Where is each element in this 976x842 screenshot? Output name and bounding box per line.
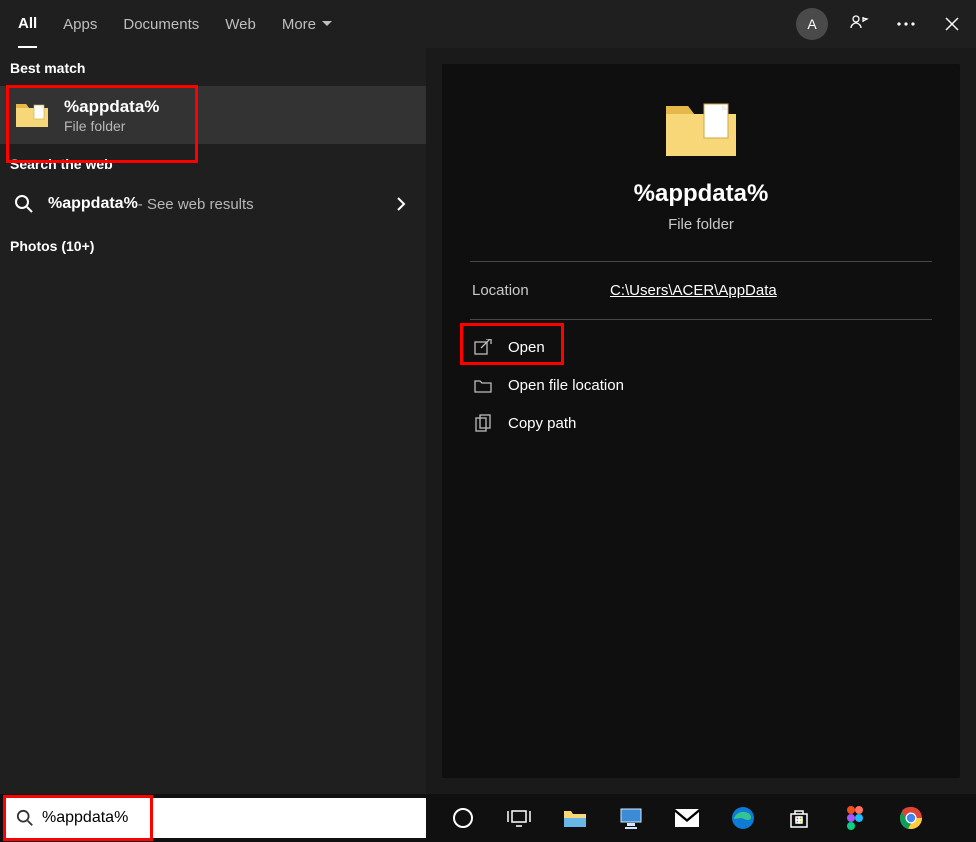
detail-folder-icon <box>442 96 960 162</box>
folder-icon <box>14 99 50 131</box>
figma-icon[interactable] <box>842 805 868 831</box>
taskbar: %appdata% <box>0 794 976 842</box>
detail-subtitle: File folder <box>442 216 960 233</box>
user-avatar[interactable]: A <box>796 8 828 40</box>
search-content: Best match %appdata% File folder <box>0 48 976 794</box>
result-text: %appdata% File folder <box>64 96 159 134</box>
search-tabs-row: All Apps Documents Web More A <box>0 0 976 48</box>
result-title: %appdata% <box>64 96 159 118</box>
windows-search-panel: All Apps Documents Web More A <box>0 0 976 794</box>
best-match-label: Best match <box>0 48 426 86</box>
edge-icon[interactable] <box>730 805 756 831</box>
action-open-location-label: Open file location <box>508 377 624 394</box>
action-copy-path[interactable]: Copy path <box>470 404 932 442</box>
tab-documents[interactable]: Documents <box>123 0 199 48</box>
web-suffix-text: - See web results <box>138 196 254 213</box>
detail-card: %appdata% File folder Location C:\Users\… <box>442 64 960 778</box>
tab-apps[interactable]: Apps <box>63 0 97 48</box>
tab-all[interactable]: All <box>18 0 37 48</box>
detail-title: %appdata% <box>442 180 960 208</box>
action-open[interactable]: Open <box>470 328 932 366</box>
monitor-icon[interactable] <box>618 805 644 831</box>
chevron-right-icon <box>396 196 406 212</box>
store-icon[interactable] <box>786 805 812 831</box>
taskbar-icons <box>450 805 924 831</box>
search-web-label: Search the web <box>0 144 426 182</box>
header-right-controls: A <box>796 0 966 48</box>
tab-more-label: More <box>282 16 316 33</box>
action-open-file-location[interactable]: Open file location <box>470 366 932 404</box>
results-pane: Best match %appdata% File folder <box>0 48 426 794</box>
photos-label[interactable]: Photos (10+) <box>0 226 426 264</box>
copy-icon <box>474 414 492 432</box>
best-match-result[interactable]: %appdata% File folder <box>0 86 426 144</box>
action-copy-path-label: Copy path <box>508 415 576 432</box>
search-web-result[interactable]: %appdata% - See web results <box>0 182 426 226</box>
chrome-icon[interactable] <box>898 805 924 831</box>
detail-actions: Open Open file location <box>470 319 932 442</box>
open-icon <box>474 338 492 356</box>
close-icon[interactable] <box>938 10 966 38</box>
file-explorer-icon[interactable] <box>562 805 588 831</box>
feedback-icon[interactable] <box>846 10 874 38</box>
chevron-down-icon <box>322 21 332 27</box>
mail-icon[interactable] <box>674 805 700 831</box>
folder-small-icon <box>474 376 492 394</box>
search-input-value: %appdata% <box>42 809 128 827</box>
search-icon <box>16 809 34 827</box>
detail-pane-wrap: %appdata% File folder Location C:\Users\… <box>426 48 976 794</box>
search-icon <box>14 194 34 214</box>
task-view-icon[interactable] <box>506 805 532 831</box>
cortana-icon[interactable] <box>450 805 476 831</box>
web-query-text: %appdata% <box>48 195 138 213</box>
action-open-label: Open <box>508 339 545 356</box>
tab-web[interactable]: Web <box>225 0 256 48</box>
tab-more[interactable]: More <box>282 0 332 48</box>
result-subtitle: File folder <box>64 118 159 134</box>
more-options-icon[interactable] <box>892 10 920 38</box>
location-value[interactable]: C:\Users\ACER\AppData <box>610 282 777 299</box>
location-label: Location <box>472 282 610 299</box>
location-row: Location C:\Users\ACER\AppData <box>442 262 960 319</box>
taskbar-search[interactable]: %appdata% <box>6 798 426 838</box>
